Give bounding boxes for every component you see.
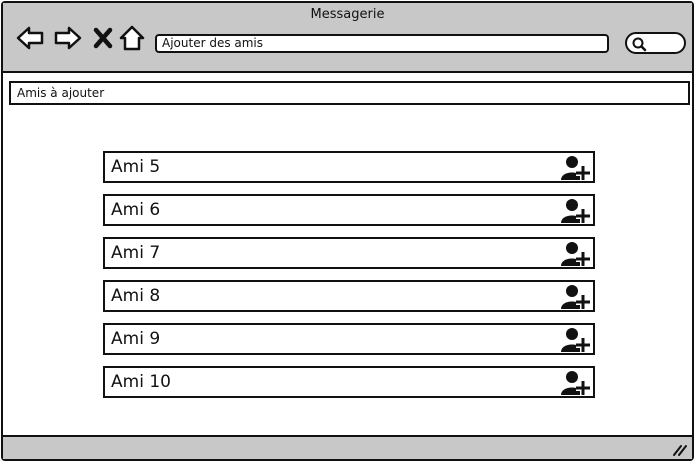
- add-user-icon: [561, 199, 590, 223]
- add-user-icon: [561, 285, 590, 309]
- home-icon: [119, 25, 145, 51]
- list-item: Ami 6: [103, 194, 595, 226]
- resize-grip-icon[interactable]: [672, 442, 688, 456]
- browser-window: Messagerie Ajouter des amis Amis à ajout…: [1, 1, 694, 461]
- stop-button[interactable]: [89, 23, 119, 53]
- section-header: Amis à ajouter: [9, 81, 690, 105]
- address-text: Ajouter des amis: [162, 36, 264, 50]
- window-title: Messagerie: [310, 7, 385, 22]
- friend-name: Ami 8: [111, 286, 161, 306]
- friend-list: Ami 5 Ami 6 Ami 7 Ami 8 Ami 9 Ami 10: [103, 151, 595, 398]
- list-item: Ami 9: [103, 323, 595, 355]
- title-toolbar: Messagerie Ajouter des amis: [3, 3, 692, 73]
- add-user-icon: [561, 328, 590, 352]
- arrow-right-icon: [54, 26, 82, 50]
- list-item: Ami 8: [103, 280, 595, 312]
- add-user-icon: [561, 242, 590, 266]
- list-item: Ami 5: [103, 151, 595, 183]
- close-icon: [93, 27, 113, 49]
- add-friend-button[interactable]: [558, 326, 592, 353]
- list-item: Ami 10: [103, 366, 595, 398]
- search-field[interactable]: [625, 32, 686, 54]
- friend-name: Ami 5: [111, 157, 161, 177]
- add-user-icon: [561, 156, 590, 180]
- arrow-left-icon: [16, 26, 44, 50]
- add-friend-button[interactable]: [558, 154, 592, 181]
- home-button[interactable]: [117, 23, 147, 53]
- friend-name: Ami 9: [111, 329, 161, 349]
- list-item: Ami 7: [103, 237, 595, 269]
- friend-name: Ami 6: [111, 200, 161, 220]
- add-user-icon: [561, 371, 590, 395]
- status-bar: [3, 435, 692, 459]
- friend-name: Ami 10: [111, 372, 171, 392]
- back-button[interactable]: [15, 23, 45, 53]
- add-friend-button[interactable]: [558, 283, 592, 310]
- address-bar[interactable]: Ajouter des amis: [155, 34, 609, 53]
- add-friend-button[interactable]: [558, 369, 592, 396]
- search-icon: [632, 37, 647, 52]
- add-friend-button[interactable]: [558, 197, 592, 224]
- add-friend-button[interactable]: [558, 240, 592, 267]
- forward-button[interactable]: [53, 23, 83, 53]
- friend-name: Ami 7: [111, 243, 161, 263]
